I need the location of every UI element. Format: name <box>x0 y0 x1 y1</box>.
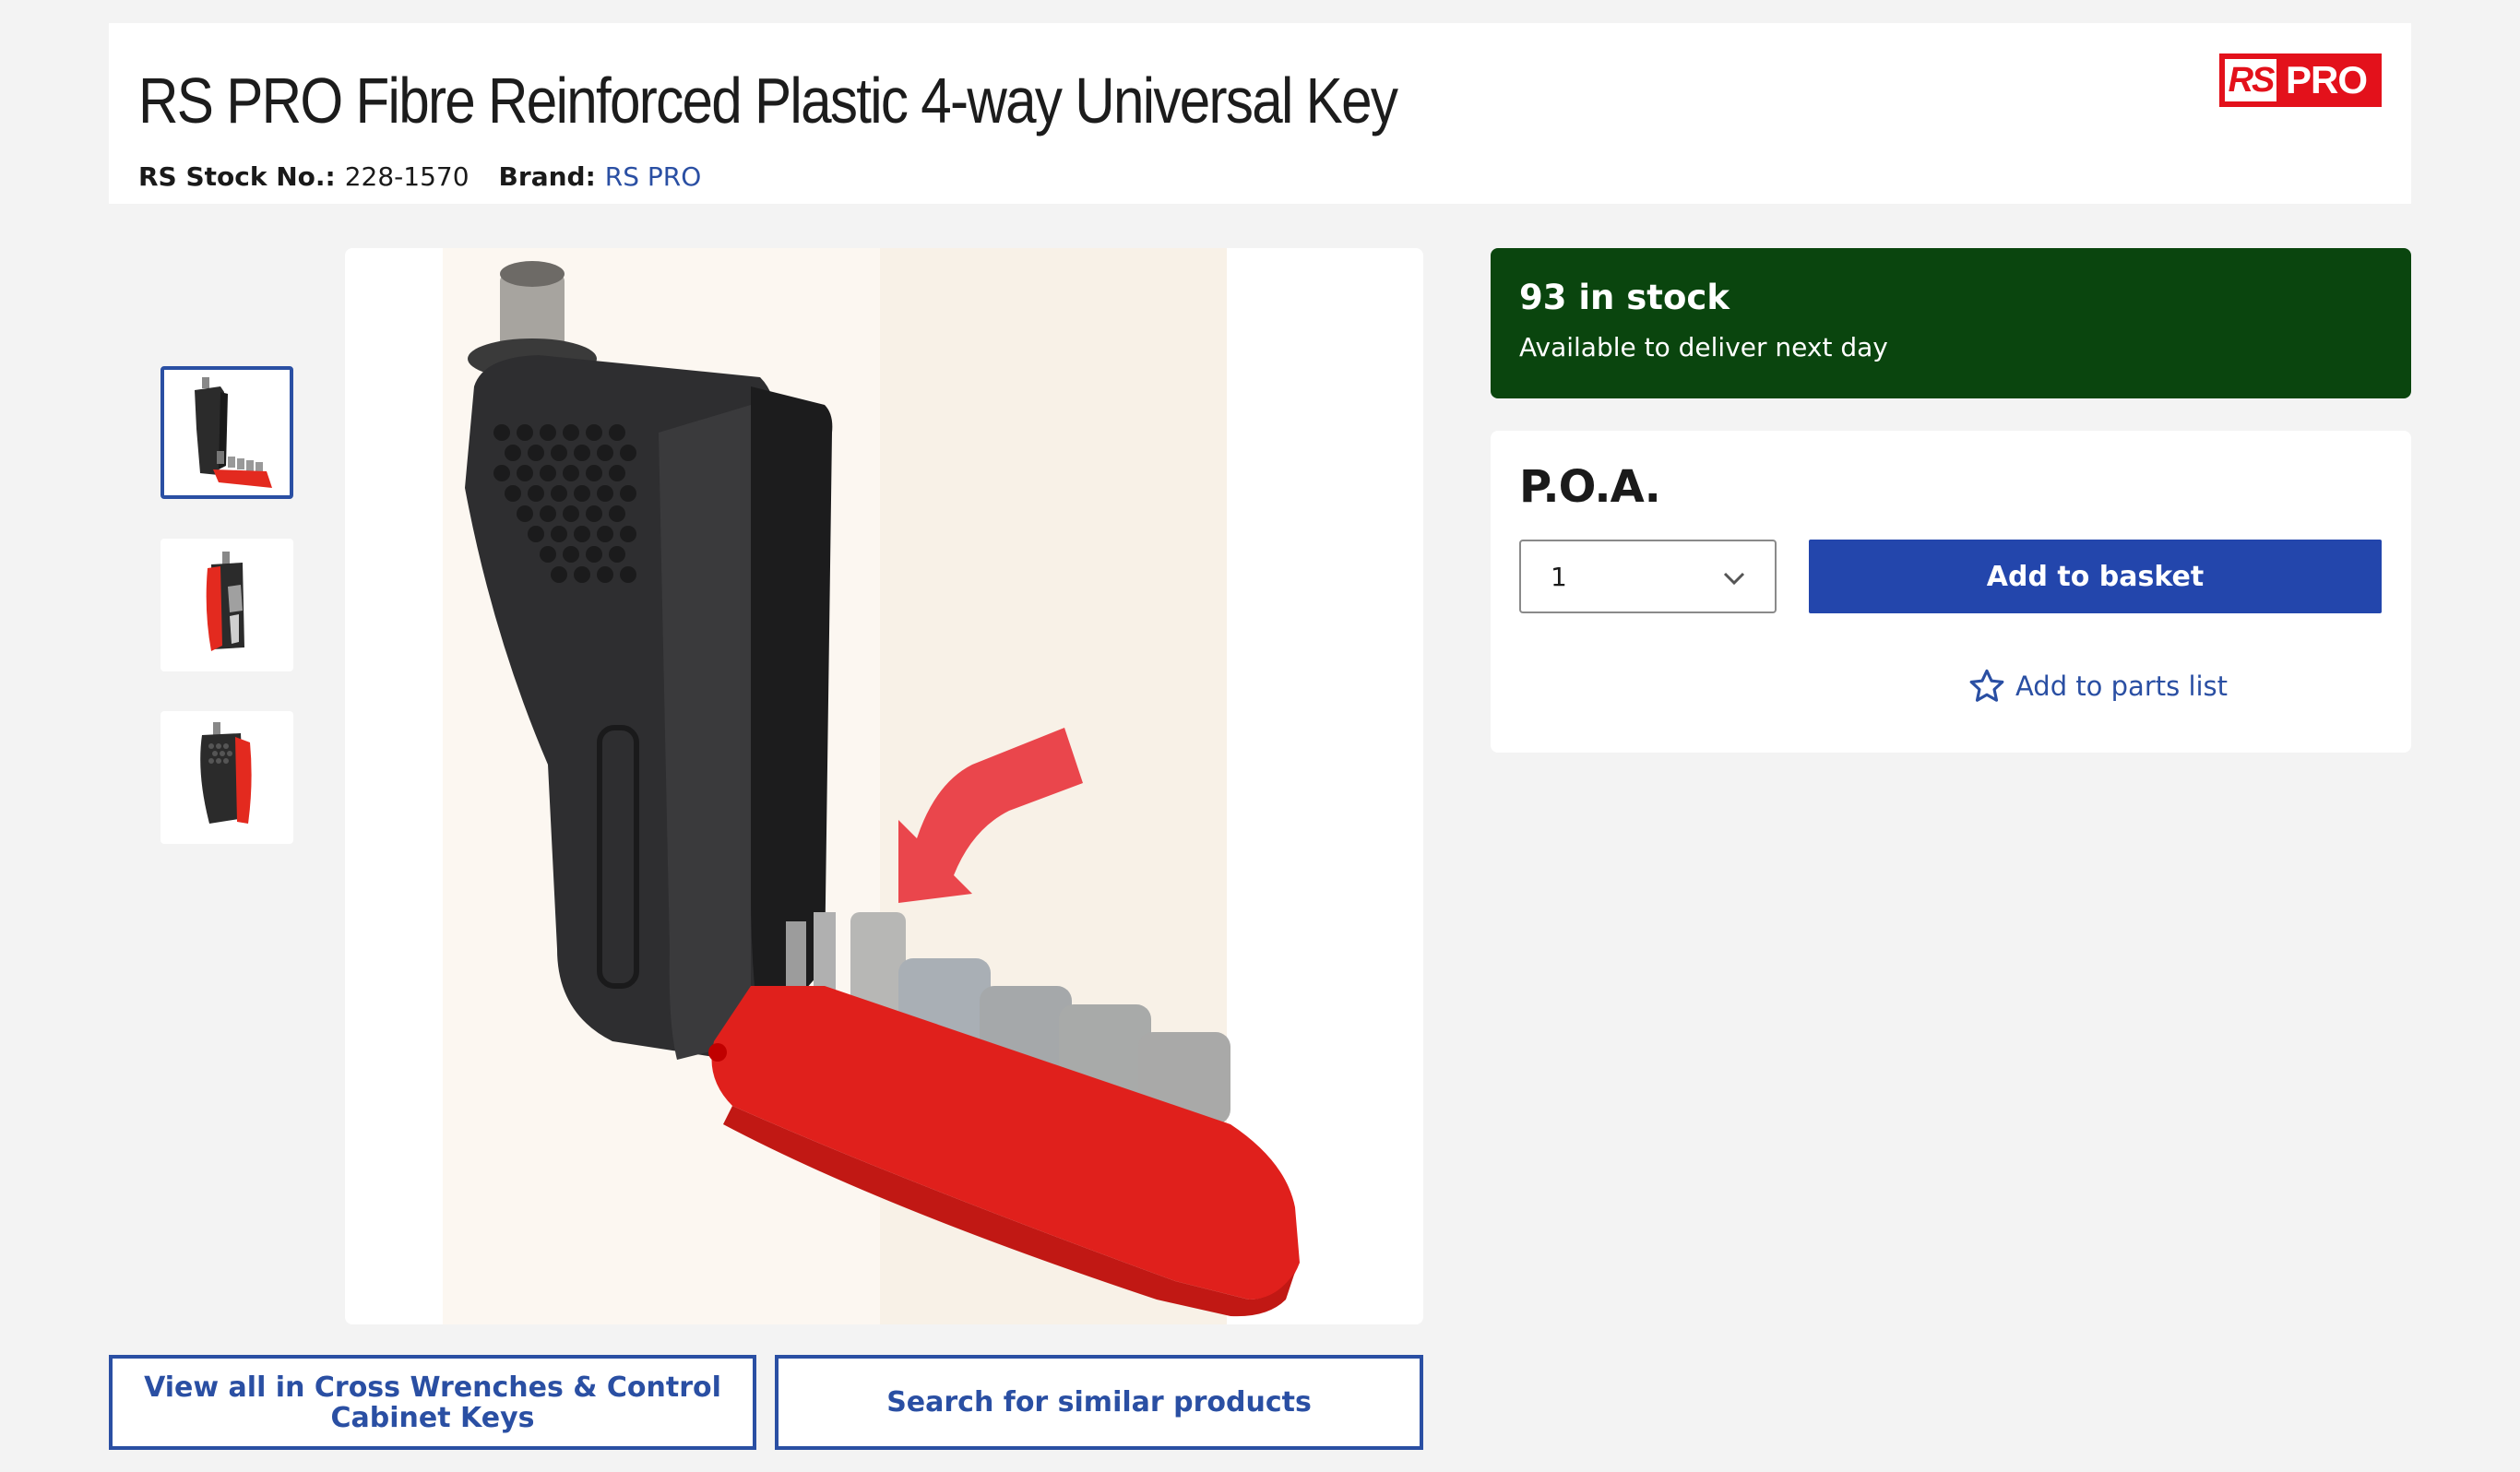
product-illustration <box>443 248 1300 1324</box>
page-title: RS PRO Fibre Reinforced Plastic 4-way Un… <box>138 65 1398 137</box>
brand-label: Brand: <box>498 161 596 192</box>
thumbnail-image-2 <box>206 552 244 651</box>
price: P.O.A. <box>1519 461 1661 513</box>
logo-pro: PRO <box>2286 58 2368 101</box>
quantity-value: 1 <box>1551 561 1567 592</box>
chevron-down-icon <box>1723 572 1745 586</box>
add-to-basket-button[interactable]: Add to basket <box>1809 540 2382 613</box>
thumbnail-image-3 <box>200 722 252 824</box>
main-product-image[interactable] <box>345 248 1423 1324</box>
search-similar-button[interactable]: Search for similar products <box>775 1355 1423 1450</box>
rs-pro-logo: RS PRO <box>2219 53 2382 107</box>
thumbnail-2[interactable] <box>160 539 293 671</box>
thumbnail-1[interactable] <box>160 366 293 499</box>
logo-rs: RS <box>2225 59 2276 101</box>
stock-no-value: 228-1570 <box>344 161 470 192</box>
thumbnail-3[interactable] <box>160 711 293 844</box>
add-to-parts-list-link[interactable]: Add to parts list <box>1830 663 2365 709</box>
brand-link[interactable]: RS PRO <box>605 161 702 192</box>
product-page: RS PRO Fibre Reinforced Plastic 4-way Un… <box>0 0 2520 1472</box>
product-header: RS PRO Fibre Reinforced Plastic 4-way Un… <box>109 23 2411 204</box>
thumbnail-image-1 <box>195 377 272 488</box>
stock-count: 93 in stock <box>1519 278 1730 317</box>
stock-status-card: 93 in stock Available to deliver next da… <box>1491 248 2411 398</box>
star-icon <box>1969 669 2004 702</box>
price-card: P.O.A. 1 Add to basket Add to parts list <box>1491 431 2411 753</box>
quantity-select[interactable]: 1 <box>1519 540 1777 613</box>
add-to-parts-list-label: Add to parts list <box>2015 671 2229 702</box>
view-all-category-button[interactable]: View all in Cross Wrenches & Control Cab… <box>109 1355 756 1450</box>
stock-availability: Available to deliver next day <box>1519 332 1888 362</box>
stock-no-label: RS Stock No.: <box>138 161 336 192</box>
product-meta: RS Stock No.: 228-1570 Brand: RS PRO <box>138 161 701 192</box>
